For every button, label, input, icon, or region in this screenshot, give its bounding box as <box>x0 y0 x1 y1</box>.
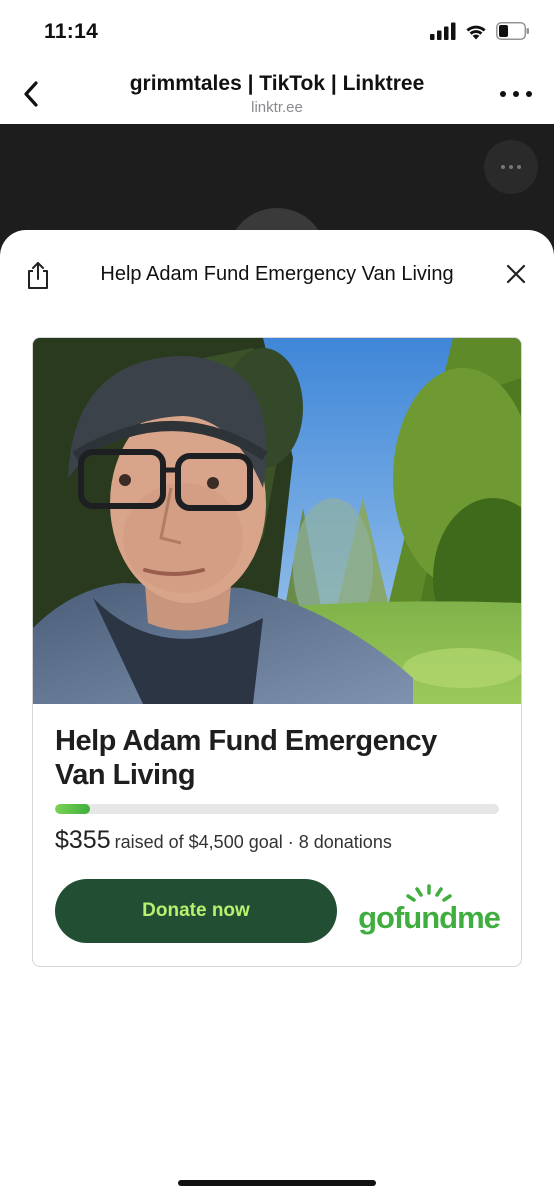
progress-bar <box>55 804 499 814</box>
close-button[interactable] <box>504 262 528 286</box>
goal-text: raised of $4,500 goal · 8 donations <box>114 832 392 852</box>
card-body: Help Adam Fund Emergency Van Living $355… <box>55 724 502 943</box>
status-time: 11:14 <box>44 20 99 43</box>
dot-icon <box>517 165 521 169</box>
brand-wordmark: gofundme <box>358 900 501 935</box>
profile-more-button[interactable] <box>484 140 538 194</box>
battery-icon <box>496 22 529 40</box>
browser-header: grimmtales | TikTok | Linktree linktr.ee <box>0 64 554 124</box>
dot-icon <box>509 165 513 169</box>
status-icons <box>430 22 530 40</box>
donate-now-button[interactable]: Donate now <box>55 879 337 943</box>
gofundme-logo[interactable]: gofundme <box>357 884 502 940</box>
sheet-title: Help Adam Fund Emergency Van Living <box>100 263 454 285</box>
fundraiser-card[interactable]: Help Adam Fund Emergency Van Living $355… <box>32 337 522 967</box>
page-title: grimmtales | TikTok | Linktree <box>129 72 425 95</box>
signal-icon <box>430 22 456 40</box>
campaign-photo <box>33 338 521 704</box>
donation-stats: $355 raised of $4,500 goal · 8 donations <box>55 826 392 855</box>
progress-fill <box>55 804 91 814</box>
page-url: linktr.ee <box>251 99 303 116</box>
dot-icon <box>501 165 505 169</box>
embed-sheet: Help Adam Fund Emergency Van Living Help… <box>0 230 554 1199</box>
wifi-icon <box>466 25 486 40</box>
home-indicator <box>178 1180 376 1186</box>
dot-icon <box>513 91 519 97</box>
share-button[interactable] <box>24 260 52 290</box>
share-icon <box>28 262 48 289</box>
dot-icon <box>500 91 506 97</box>
amount-raised: $355 <box>55 826 111 854</box>
status-bar: 11:14 <box>0 0 554 64</box>
campaign-title[interactable]: Help Adam Fund Emergency Van Living <box>55 724 475 792</box>
close-icon <box>506 264 526 284</box>
dot-icon <box>526 91 532 97</box>
more-options-button[interactable] <box>500 86 532 102</box>
